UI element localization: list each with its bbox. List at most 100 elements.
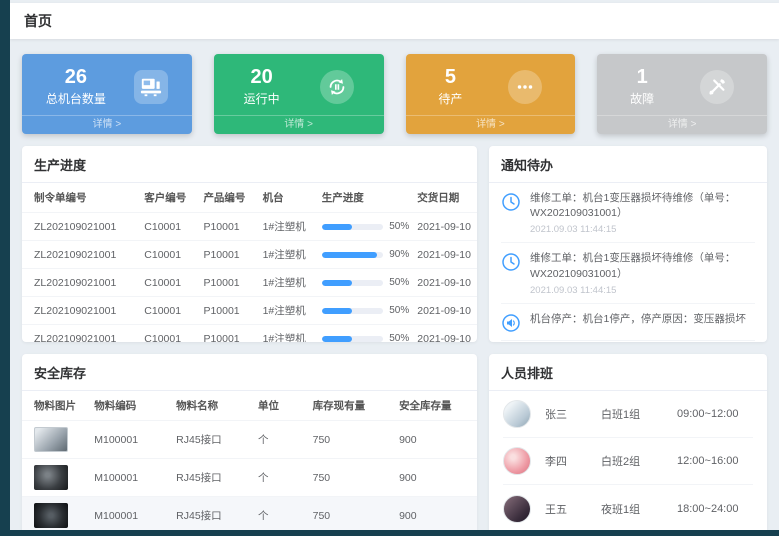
frame-edge-left (0, 0, 10, 536)
unit: 个 (254, 459, 309, 497)
progress-cell: 50% (318, 213, 414, 241)
progress-label: 50% (389, 305, 409, 316)
machine: 1#注塑机 (259, 269, 318, 297)
col-header: 生产进度 (318, 183, 414, 213)
dashboard-grid: 生产进度 制令单编号 客户编号 产品编号 机台 生产进度 交货日期 ZL2021… (10, 144, 779, 534)
panel-title: 通知待办 (489, 146, 767, 183)
progress-bar (322, 224, 384, 230)
machine: 1#注塑机 (259, 325, 318, 343)
schedule-row: 王五 夜班1组 18:00~24:00 (503, 485, 753, 532)
staff-name: 王五 (545, 501, 601, 517)
production-progress-panel: 生产进度 制令单编号 客户编号 产品编号 机台 生产进度 交货日期 ZL2021… (22, 146, 477, 342)
notification-item[interactable]: 维修工单：机台1变压器损坏待维修（单号：WX202109031001） 2021… (501, 243, 755, 303)
progress-cell: 50% (318, 269, 414, 297)
shift-time: 12:00~16:00 (677, 455, 738, 467)
delivery-date: 2021-09-10 (413, 325, 477, 343)
delivery-date: 2021-09-10 (413, 213, 477, 241)
detail-link[interactable]: 详情 > (597, 115, 767, 134)
unit: 个 (254, 421, 309, 459)
col-header: 安全库存量 (395, 391, 477, 421)
stock-table: 物料图片 物料编码 物料名称 单位 库存现有量 安全库存量 M100001 RJ… (22, 391, 477, 534)
col-header: 单位 (254, 391, 309, 421)
current-qty: 750 (309, 421, 395, 459)
stat-card-total-machines[interactable]: 26 总机台数量 详情 > (22, 54, 192, 134)
detail-link[interactable]: 详情 > (214, 115, 384, 134)
staff-schedule-panel: 人员排班 张三 白班1组 09:00~12:00 李四 白班2组 12:00~1… (489, 354, 767, 534)
progress-label: 50% (389, 221, 409, 232)
panel-title: 人员排班 (489, 354, 767, 391)
order-no: ZL202109021001 (22, 325, 140, 343)
material-name: RJ45接口 (172, 421, 254, 459)
safety-stock-panel: 安全库存 物料图片 物料编码 物料名称 单位 库存现有量 安全库存量 M (22, 354, 477, 534)
progress-bar (322, 308, 384, 314)
material-name: RJ45接口 (172, 497, 254, 535)
col-header: 物料名称 (172, 391, 254, 421)
col-header: 物料图片 (22, 391, 90, 421)
notification-time: 2021.09.03 11:44:15 (530, 224, 755, 235)
customer-no: C10001 (140, 241, 199, 269)
notification-time: 2021.09.03 11:44:15 (530, 285, 755, 296)
safety-qty: 900 (395, 459, 477, 497)
notification-item[interactable]: 机台停产：机台1停产，停产原因：变压器损坏 (501, 304, 755, 341)
panel-title: 生产进度 (22, 146, 477, 183)
product-no: P10001 (199, 241, 258, 269)
page-title: 首页 (24, 11, 52, 31)
product-no: P10001 (199, 325, 258, 343)
delivery-date: 2021-09-10 (413, 269, 477, 297)
order-no: ZL202109021001 (22, 269, 140, 297)
col-header: 机台 (259, 183, 318, 213)
table-row: ZL202109021001 C10001 P10001 1#注塑机 50% 2… (22, 297, 477, 325)
customer-no: C10001 (140, 325, 199, 343)
material-photo-speaker (34, 503, 68, 528)
shift-time: 18:00~24:00 (677, 503, 738, 515)
col-header: 库存现有量 (309, 391, 395, 421)
stat-label: 待产 (438, 90, 462, 107)
customer-no: C10001 (140, 213, 199, 241)
stat-card-body: 1 故障 (597, 54, 767, 115)
table-row: M100001 RJ45接口 个 750 900 (22, 497, 477, 535)
stat-label: 总机台数量 (46, 90, 106, 107)
customer-no: C10001 (140, 297, 199, 325)
order-no: ZL202109021001 (22, 297, 140, 325)
stat-cards-row: 26 总机台数量 详情 > (10, 39, 779, 144)
running-icon (320, 70, 354, 104)
product-no: P10001 (199, 213, 258, 241)
avatar (503, 400, 531, 428)
shift-time: 09:00~12:00 (677, 408, 738, 420)
avatar (503, 447, 531, 475)
schedule-row: 张三 白班1组 09:00~12:00 (503, 391, 753, 438)
table-header-row: 物料图片 物料编码 物料名称 单位 库存现有量 安全库存量 (22, 391, 477, 421)
table-header-row: 制令单编号 客户编号 产品编号 机台 生产进度 交货日期 (22, 183, 477, 213)
material-code: M100001 (90, 497, 172, 535)
delivery-date: 2021-09-10 (413, 241, 477, 269)
current-qty: 750 (309, 497, 395, 535)
shift-name: 白班2组 (601, 453, 677, 469)
clock-icon (501, 192, 521, 212)
delivery-date: 2021-09-10 (413, 297, 477, 325)
product-no: P10001 (199, 297, 258, 325)
material-code: M100001 (90, 459, 172, 497)
material-photo-cell (22, 497, 90, 535)
avatar (503, 495, 531, 523)
detail-link[interactable]: 详情 > (22, 115, 192, 134)
shift-name: 夜班1组 (601, 501, 677, 517)
clock-icon (501, 252, 521, 272)
table-row: ZL202109021001 C10001 P10001 1#注塑机 50% 2… (22, 213, 477, 241)
production-table: 制令单编号 客户编号 产品编号 机台 生产进度 交货日期 ZL202109021… (22, 183, 477, 342)
table-row: ZL202109021001 C10001 P10001 1#注塑机 50% 2… (22, 325, 477, 343)
stat-card-waiting[interactable]: 5 待产 详情 > (406, 54, 576, 134)
stat-card-running[interactable]: 20 运行中 详情 > (214, 54, 384, 134)
detail-link[interactable]: 详情 > (406, 115, 576, 134)
stat-card-body: 20 运行中 (214, 54, 384, 115)
staff-name: 李四 (545, 453, 601, 469)
notification-item[interactable]: 维修工单：机台1变压器损坏待维修（单号：WX202109031001） 2021… (501, 183, 755, 243)
material-code: M100001 (90, 421, 172, 459)
material-photo-cell (22, 459, 90, 497)
progress-label: 50% (389, 277, 409, 288)
col-header: 交货日期 (413, 183, 477, 213)
stat-card-fault[interactable]: 1 故障 详情 > (597, 54, 767, 134)
table-row: M100001 RJ45接口 个 750 900 (22, 421, 477, 459)
material-photo-cell (22, 421, 90, 459)
notification-item[interactable]: 计划暂停：机台1生产计划已暂停 2021.09.03 11:44:15 (501, 341, 755, 342)
stat-card-body: 5 待产 (406, 54, 576, 115)
